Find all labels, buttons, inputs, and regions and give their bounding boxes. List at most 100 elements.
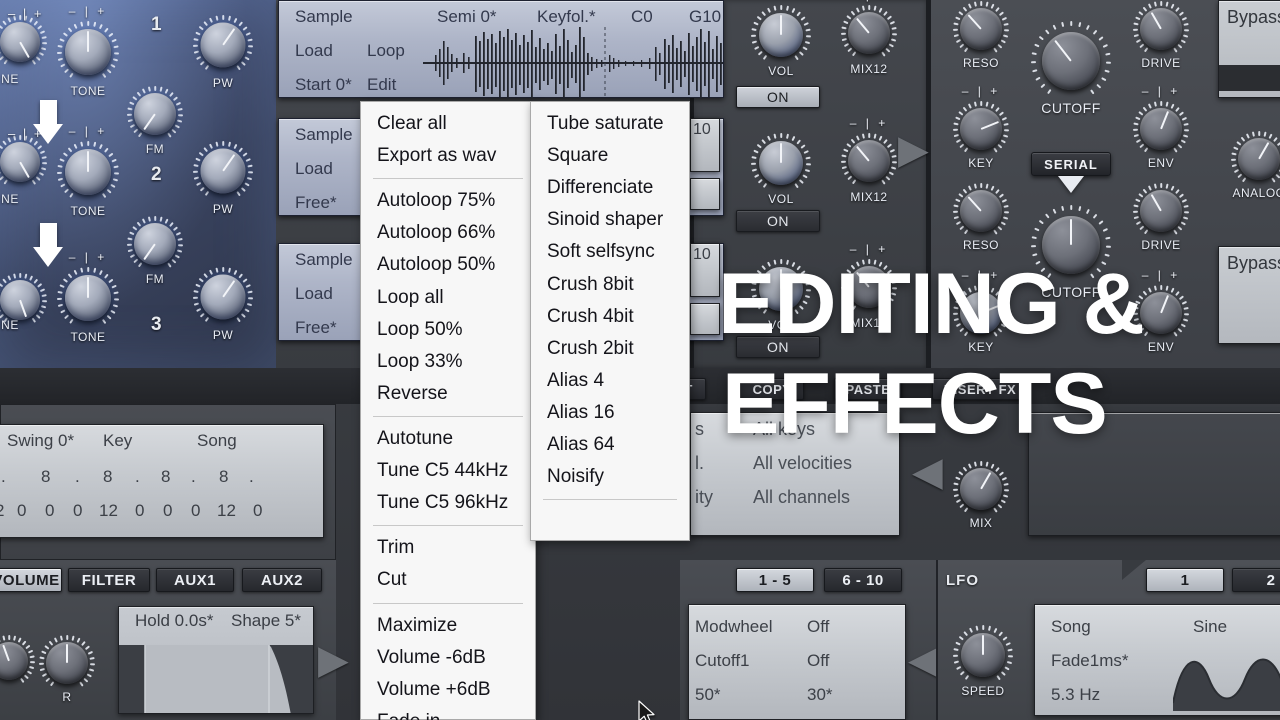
sample-slot-free[interactable]: Free*: [295, 193, 337, 213]
menu-item-export-as-wav[interactable]: Export as wav: [361, 140, 535, 172]
sequencer-header-swing[interactable]: Swing 0*: [7, 431, 74, 451]
filter-knob-cutoff-1[interactable]: CUTOFF: [1030, 20, 1112, 116]
menu-item-crush-4bit[interactable]: Crush 4bit: [531, 301, 689, 333]
menu-item-noisify[interactable]: Noisify: [531, 461, 689, 493]
context-menu-column-1[interactable]: Clear all Export as wav Autoloop 75% Aut…: [360, 101, 536, 720]
envelope-knob-partial[interactable]: [0, 634, 36, 688]
menu-item-tune-c5-44khz[interactable]: Tune C5 44kHz: [361, 455, 535, 487]
mod-matrix-tab-6-10[interactable]: 6 - 10: [824, 568, 902, 592]
context-menu-column-2[interactable]: Tube saturate Square Differenciate Sinoi…: [530, 101, 690, 541]
menu-item-volume-plus-6db[interactable]: Volume +6dB: [361, 674, 535, 706]
menu-item-tune-c5-96khz[interactable]: Tune C5 96kHz: [361, 487, 535, 519]
sequencer-value[interactable]: 0: [17, 501, 26, 521]
mod-matrix-display[interactable]: Modwheel Off Cutoff1 Off 50* 30*: [688, 604, 906, 720]
level-meter-4[interactable]: [690, 303, 720, 335]
sample-slot-start[interactable]: Start 0*: [295, 75, 352, 95]
menu-item-differenciate[interactable]: Differenciate: [531, 172, 689, 204]
mod-dest[interactable]: Off: [807, 617, 829, 637]
menu-item-tube-saturate[interactable]: Tube saturate: [531, 108, 689, 140]
menu-item-clear-all[interactable]: Clear all: [361, 108, 535, 140]
osc-knob-tune-1[interactable]: [0, 14, 48, 70]
filter-knob-env-1[interactable]: ENV – | +: [1132, 84, 1190, 170]
tab-volume[interactable]: VOLUME: [0, 568, 62, 592]
sample-slot-free[interactable]: Free*: [295, 318, 337, 338]
lfo-display[interactable]: Song Fade1ms* 5.3 Hz Sine: [1034, 604, 1280, 716]
menu-item-fade-in[interactable]: Fade in: [361, 706, 535, 720]
osc-knob-fm-1[interactable]: FM: [126, 85, 184, 156]
mod-amount-2[interactable]: 30*: [807, 685, 833, 705]
menu-item-autoloop-75[interactable]: Autoloop 75%: [361, 185, 535, 217]
menu-item-autoloop-50[interactable]: Autoloop 50%: [361, 249, 535, 281]
menu-item-crush-8bit[interactable]: Crush 8bit: [531, 269, 689, 301]
tab-filter[interactable]: FILTER: [68, 568, 150, 592]
filter-routing-serial-button[interactable]: SERIAL: [1031, 152, 1111, 176]
sample-slot-loop[interactable]: Loop: [367, 41, 405, 61]
fx-slot-1[interactable]: Bypass: [1218, 0, 1280, 98]
sample-slot-edit[interactable]: Edit: [367, 75, 396, 95]
sample-slot-load[interactable]: Load: [295, 41, 333, 61]
sequencer-value[interactable]: 0: [163, 501, 172, 521]
menu-item-trim[interactable]: Trim: [361, 532, 535, 564]
menu-item-square[interactable]: Square: [531, 140, 689, 172]
sequencer-value[interactable]: 12: [99, 501, 118, 521]
mixer-on-button-2[interactable]: ON: [736, 210, 820, 232]
osc-knob-pw-3[interactable]: PW: [192, 266, 254, 342]
sample-slot-lowkey[interactable]: C0: [631, 7, 653, 27]
envelope-knob-release[interactable]: R: [38, 634, 96, 704]
filter-knob-reso-1[interactable]: RESO: [952, 0, 1010, 70]
sequencer-header-key[interactable]: Key: [103, 431, 132, 451]
sample-slot-title[interactable]: Sample: [295, 125, 353, 145]
menu-item-alias-64[interactable]: Alias 64: [531, 429, 689, 461]
mixer-on-button-1[interactable]: ON: [736, 86, 820, 108]
sample-slot-title[interactable]: Sample: [295, 7, 353, 27]
sequencer-header-song[interactable]: Song: [197, 431, 237, 451]
fx-bypass-label[interactable]: Bypass: [1227, 7, 1280, 28]
menu-item-loop-33[interactable]: Loop 33%: [361, 346, 535, 378]
envelope-hold-value[interactable]: Hold 0.0s*: [135, 611, 213, 631]
menu-item-loop-all[interactable]: Loop all: [361, 282, 535, 314]
osc-knob-tone-3[interactable]: TONE – | +: [56, 250, 120, 344]
lfo-knob-speed[interactable]: SPEED: [952, 624, 1014, 698]
menu-item-loop-50[interactable]: Loop 50%: [361, 314, 535, 346]
osc-knob-fm-2[interactable]: FM: [126, 215, 184, 286]
filter-knob-reso-2[interactable]: RESO: [952, 182, 1010, 252]
mod-source[interactable]: Cutoff1: [695, 651, 750, 671]
sequencer-value[interactable]: 0: [73, 501, 82, 521]
mixer-knob-mix12-2[interactable]: MIX12 – | +: [840, 116, 898, 204]
fx-bypass-label[interactable]: Bypass: [1227, 253, 1280, 274]
fx-knob-mix[interactable]: MIX: [952, 460, 1010, 530]
lfo-rate-value[interactable]: 5.3 Hz: [1051, 685, 1100, 705]
sequencer-value[interactable]: 0: [253, 501, 262, 521]
sample-slot-1[interactable]: Sample Load Loop Start 0* Edit Semi 0* K…: [278, 0, 724, 99]
osc-knob-tone-1[interactable]: TONE – | +: [56, 4, 120, 98]
fx-slot-2[interactable]: Bypass: [1218, 246, 1280, 344]
osc-knob-pw-1[interactable]: PW: [192, 14, 254, 90]
menu-item-sinoid-shaper[interactable]: Sinoid shaper: [531, 204, 689, 236]
sample-slot-highkey[interactable]: G10: [689, 7, 721, 27]
sequencer-value[interactable]: 0: [45, 501, 54, 521]
filter-knob-key-1[interactable]: KEY – | +: [952, 84, 1010, 170]
filter-knob-analog[interactable]: ANALOG: [1230, 130, 1280, 200]
menu-item-maximize[interactable]: Maximize: [361, 610, 535, 642]
tab-aux1[interactable]: AUX1: [156, 568, 234, 592]
tab-aux2[interactable]: AUX2: [242, 568, 322, 592]
osc-knob-tone-2[interactable]: TONE – | +: [56, 124, 120, 218]
sample-slot-load[interactable]: Load: [295, 284, 333, 304]
lfo-tab-1[interactable]: 1: [1146, 568, 1224, 592]
sequencer-value[interactable]: 0: [191, 501, 200, 521]
lfo-fade-value[interactable]: Fade1ms*: [1051, 651, 1128, 671]
mod-matrix-tab-1-5[interactable]: 1 - 5: [736, 568, 814, 592]
filter-knob-drive-1[interactable]: DRIVE: [1132, 0, 1190, 70]
envelope-display[interactable]: Hold 0.0s* Shape 5*: [118, 606, 314, 714]
sample-slot-title[interactable]: Sample: [295, 250, 353, 270]
osc-knob-pw-2[interactable]: PW: [192, 140, 254, 216]
mixer-knob-mix12-1[interactable]: MIX12 – | +: [840, 0, 898, 76]
lfo-waveform-label[interactable]: Sine: [1193, 617, 1227, 637]
lfo-sync-value[interactable]: Song: [1051, 617, 1091, 637]
sequencer-display[interactable]: Swing 0* Key Song . 8 . 8 . 8 . 8 . 2 0 …: [0, 424, 324, 538]
sequencer-value[interactable]: 0: [135, 501, 144, 521]
mixer-knob-vol-2[interactable]: VOL: [750, 132, 812, 206]
level-meter-2[interactable]: 10: [690, 243, 720, 297]
lfo-tab-2[interactable]: 2: [1232, 568, 1280, 592]
menu-item-cut[interactable]: Cut: [361, 564, 535, 596]
